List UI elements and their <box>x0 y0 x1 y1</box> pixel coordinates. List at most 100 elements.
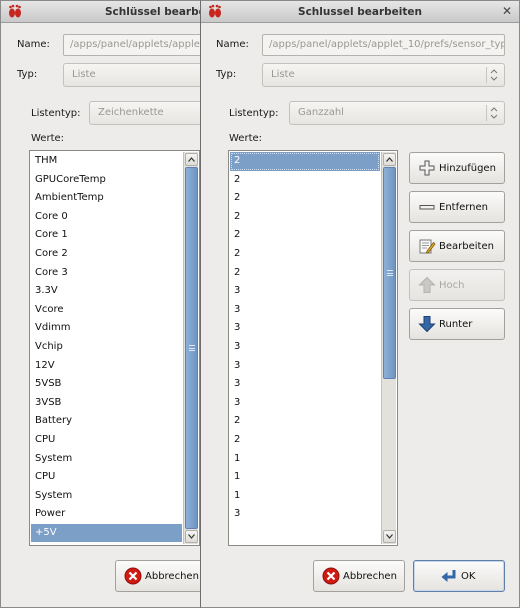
values-scrollbar[interactable] <box>183 152 198 544</box>
list-item[interactable]: THM <box>31 152 182 171</box>
type-label: Typ: <box>216 69 237 80</box>
list-item[interactable]: 3VSB <box>31 394 182 413</box>
list-item[interactable]: System <box>31 487 182 506</box>
remove-minus-icon <box>418 198 436 216</box>
list-item[interactable]: 1 <box>230 487 380 506</box>
up-label: Hoch <box>439 279 465 291</box>
scroll-up-button[interactable] <box>383 153 396 166</box>
remove-button[interactable]: Entfernen <box>409 191 505 223</box>
list-item[interactable]: 5VSB <box>31 375 182 394</box>
back-dialog-window: Schlüssel bearbeiten Name: /apps/panel/a… <box>0 0 201 608</box>
up-button[interactable]: Hoch <box>409 269 505 301</box>
list-item[interactable]: 2 <box>230 264 380 283</box>
list-item[interactable]: Power <box>31 505 182 524</box>
combo-arrows-icon <box>486 105 500 121</box>
back-titlebar[interactable]: Schlüssel bearbeiten <box>1 1 200 23</box>
ok-button[interactable]: OK <box>413 560 505 592</box>
list-item[interactable]: System <box>31 450 182 469</box>
name-field[interactable]: /apps/panel/applets/applet_10/prefs/sens… <box>262 34 505 56</box>
front-dialog-window: Schlussel bearbeiten ✕ Name: /apps/panel… <box>200 0 520 608</box>
list-item[interactable]: Vdimm <box>31 319 182 338</box>
name-label: Name: <box>216 39 249 50</box>
list-item[interactable]: +5V <box>31 523 182 543</box>
list-item[interactable]: 2 <box>230 226 380 245</box>
edit-pencil-icon <box>418 237 436 255</box>
scroll-up-button[interactable] <box>185 153 198 166</box>
list-item[interactable]: Core 0 <box>31 208 182 227</box>
scroll-thumb[interactable] <box>185 167 198 529</box>
listtype-label: Listentyp: <box>229 108 279 119</box>
list-item[interactable]: 3 <box>230 338 380 357</box>
listtype-combo-value: Zeichenkette <box>98 107 164 118</box>
list-item[interactable]: 2 <box>230 189 380 208</box>
values-rows: 22222223333333221113 <box>230 152 380 544</box>
cancel-label: Abbrechen <box>343 570 397 582</box>
cancel-button[interactable]: Abbrechen <box>313 560 405 592</box>
list-item[interactable]: 2 <box>230 431 380 450</box>
list-item[interactable]: 3 <box>230 357 380 376</box>
front-window-title: Schlussel bearbeiten <box>298 6 422 18</box>
type-combo[interactable]: Liste <box>63 63 200 87</box>
edit-button[interactable]: Bearbeiten <box>409 230 505 262</box>
add-button[interactable]: Hinzufügen <box>409 152 505 184</box>
values-list[interactable]: 22222223333333221113 <box>228 150 398 546</box>
list-item[interactable]: 3 <box>230 301 380 320</box>
list-item[interactable]: 3 <box>230 505 380 524</box>
list-item[interactable]: Battery <box>31 412 182 431</box>
name-field[interactable]: /apps/panel/applets/applet_10/prefs/sens… <box>63 34 200 56</box>
values-label: Werte: <box>229 133 263 144</box>
add-label: Hinzufügen <box>439 162 496 174</box>
combo-arrows-icon <box>486 67 500 83</box>
scroll-thumb[interactable] <box>383 167 396 379</box>
list-item[interactable]: 2 <box>230 208 380 227</box>
list-item[interactable]: CPU <box>31 468 182 487</box>
down-button[interactable]: Runter <box>409 308 505 340</box>
list-item[interactable]: 3.3V <box>31 282 182 301</box>
list-item[interactable]: CPU <box>31 431 182 450</box>
front-titlebar[interactable]: Schlussel bearbeiten ✕ <box>201 1 519 23</box>
type-combo-value: Liste <box>271 69 295 80</box>
list-item[interactable]: 3 <box>230 319 380 338</box>
list-item[interactable]: 3 <box>230 394 380 413</box>
cancel-label: Abbrechen <box>145 570 199 582</box>
cancel-icon <box>322 567 340 585</box>
close-icon[interactable]: ✕ <box>501 5 513 17</box>
scroll-down-button[interactable] <box>383 530 396 543</box>
cancel-button[interactable]: Abbrechen <box>115 560 200 592</box>
listtype-combo[interactable]: Ganzzahl <box>289 101 505 125</box>
values-label: Werte: <box>31 133 65 144</box>
list-item[interactable]: 1 <box>230 468 380 487</box>
gconf-app-icon <box>7 4 23 20</box>
values-list[interactable]: THM GPUCoreTemp AmbientTemp Core 0 Core 1 Cor… <box>29 150 200 546</box>
list-item[interactable]: Core 2 <box>31 245 182 264</box>
list-item[interactable]: AmbientTemp <box>31 189 182 208</box>
scroll-down-button[interactable] <box>185 530 198 543</box>
back-window-title: Schlüssel bearbeiten <box>105 6 200 18</box>
listtype-combo-value: Ganzzahl <box>298 107 344 118</box>
list-item[interactable]: Vchip <box>31 338 182 357</box>
list-item[interactable]: 2 <box>230 171 380 190</box>
list-item[interactable]: GPUCoreTemp <box>31 171 182 190</box>
list-item[interactable]: Core 1 <box>31 226 182 245</box>
values-rows: THM GPUCoreTemp AmbientTemp Core 0 Core 1 Cor… <box>31 152 182 544</box>
arrow-down-icon <box>418 315 436 333</box>
down-label: Runter <box>439 318 473 330</box>
list-item[interactable]: 2 <box>230 152 380 171</box>
list-item[interactable]: 2 <box>230 245 380 264</box>
list-item[interactable]: 3 <box>230 375 380 394</box>
list-item[interactable]: 1 <box>230 450 380 469</box>
name-label: Name: <box>17 39 50 50</box>
list-item[interactable]: 12V <box>31 357 182 376</box>
type-combo[interactable]: Liste <box>262 63 505 87</box>
values-scrollbar[interactable] <box>381 152 396 544</box>
type-label: Typ: <box>17 69 38 80</box>
listtype-label: Listentyp: <box>31 108 81 119</box>
list-item[interactable]: 3 <box>230 282 380 301</box>
list-item[interactable]: 2 <box>230 412 380 431</box>
list-item[interactable]: Vcore <box>31 301 182 320</box>
list-item[interactable]: Core 3 <box>31 264 182 283</box>
ok-label: OK <box>461 570 476 582</box>
type-combo-value: Liste <box>72 69 96 80</box>
listtype-combo[interactable]: Zeichenkette <box>89 101 200 125</box>
cancel-icon <box>124 567 142 585</box>
